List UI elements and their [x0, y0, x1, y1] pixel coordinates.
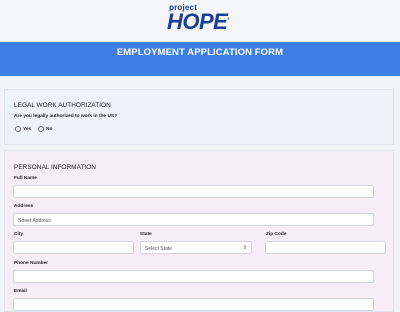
zip-code-label: Zip Code: [266, 232, 287, 237]
header: project HOPE ®: [0, 0, 400, 42]
radio-circle-icon[interactable]: [38, 126, 44, 132]
page-title: EMPLOYMENT APPLICATION FORM: [116, 47, 284, 58]
state-selected-value: Select State: [145, 245, 172, 252]
address-label: Address: [14, 204, 34, 209]
email-label: Email: [14, 289, 27, 294]
project-hope-logo[interactable]: project HOPE ®: [167, 3, 233, 37]
radio-circle-icon[interactable]: [15, 126, 21, 132]
section-title: LEGAL WORK AUTHORIZATION: [14, 102, 111, 109]
address-input[interactable]: Street Address: [13, 213, 374, 226]
legal-work-authorization-section: LEGAL WORK AUTHORIZATION Are you legally…: [4, 89, 394, 145]
zip-code-input[interactable]: [265, 241, 386, 254]
address-placeholder: Street Address: [18, 217, 51, 224]
title-banner: EMPLOYMENT APPLICATION FORM: [0, 42, 400, 76]
phone-number-label: Phone Number: [14, 261, 49, 266]
work-authorization-question: Are you legally authorized to work in th…: [14, 114, 118, 119]
personal-information-section: PERSONAL INFORMATION Full Name Address S…: [4, 150, 394, 312]
chevron-updown-icon: ⇕: [242, 245, 247, 251]
radio-yes[interactable]: Yes: [15, 126, 31, 132]
full-name-label: Full Name: [14, 176, 37, 181]
logo-text-hope: HOPE: [167, 9, 228, 34]
city-input[interactable]: [13, 241, 134, 254]
radio-no-label: No: [46, 126, 53, 132]
radio-yes-label: Yes: [23, 126, 32, 132]
radio-no[interactable]: No: [38, 126, 52, 132]
logo-trademark: ®: [227, 16, 230, 21]
section-title: PERSONAL INFORMATION: [14, 164, 96, 171]
city-label: City: [14, 232, 24, 237]
state-select[interactable]: Select State ⇕: [140, 241, 252, 254]
phone-number-input[interactable]: [13, 270, 374, 283]
full-name-input[interactable]: [13, 185, 374, 198]
state-label: State: [140, 232, 152, 237]
